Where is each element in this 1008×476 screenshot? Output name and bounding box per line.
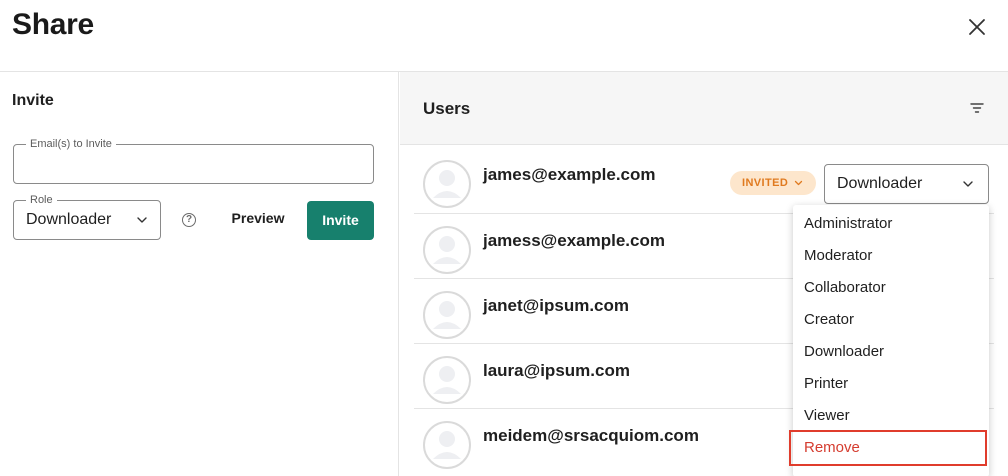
user-role-select[interactable]: Downloader — [824, 164, 989, 204]
menu-item-viewer[interactable]: Viewer — [793, 400, 989, 432]
preview-button[interactable]: Preview — [222, 210, 294, 230]
invite-button[interactable]: Invite — [307, 201, 374, 240]
user-email: jamess@example.com — [483, 231, 665, 250]
menu-item-moderator[interactable]: Moderator — [793, 240, 989, 272]
user-email: james@example.com — [483, 165, 656, 184]
user-role-value: Downloader — [837, 175, 923, 192]
avatar-icon — [423, 160, 471, 208]
users-header: Users — [400, 72, 1008, 145]
avatar-icon — [423, 226, 471, 274]
user-email: janet@ipsum.com — [483, 296, 629, 315]
avatar-icon — [423, 291, 471, 339]
dialog-header: Share — [0, 0, 1008, 72]
email-field[interactable]: Email(s) to Invite — [13, 137, 374, 184]
invited-badge[interactable]: INVITED — [730, 171, 816, 195]
role-select-label: Role — [26, 193, 57, 207]
menu-item-printer[interactable]: Printer — [793, 368, 989, 400]
users-heading: Users — [423, 99, 471, 118]
email-input[interactable] — [22, 153, 362, 175]
user-email: laura@ipsum.com — [483, 361, 630, 380]
menu-item-collaborator[interactable]: Collaborator — [793, 272, 989, 304]
role-select[interactable]: Role Downloader — [13, 193, 161, 240]
menu-item-creator[interactable]: Creator — [793, 304, 989, 336]
chevron-down-icon — [137, 217, 147, 223]
avatar-icon — [423, 421, 471, 469]
avatar-icon — [423, 356, 471, 404]
help-icon[interactable]: ? — [182, 213, 196, 227]
menu-item-downloader[interactable]: Downloader — [793, 336, 989, 368]
invite-panel: Invite Email(s) to Invite Role Downloade… — [0, 72, 399, 476]
menu-item-remove[interactable]: Remove — [789, 430, 987, 466]
email-field-label: Email(s) to Invite — [26, 137, 116, 151]
chevron-down-icon — [794, 180, 803, 186]
filter-icon[interactable] — [970, 102, 984, 114]
user-email: meidem@srsacquiom.com — [483, 426, 699, 445]
invited-badge-label: INVITED — [742, 177, 789, 189]
chevron-down-icon — [963, 181, 973, 187]
close-icon[interactable] — [964, 14, 990, 40]
role-dropdown-menu: Administrator Moderator Collaborator Cre… — [789, 205, 989, 476]
menu-item-administrator[interactable]: Administrator — [793, 208, 989, 240]
role-select-value: Downloader — [26, 211, 112, 228]
invite-heading: Invite — [12, 92, 54, 109]
dialog-title: Share — [12, 8, 94, 41]
